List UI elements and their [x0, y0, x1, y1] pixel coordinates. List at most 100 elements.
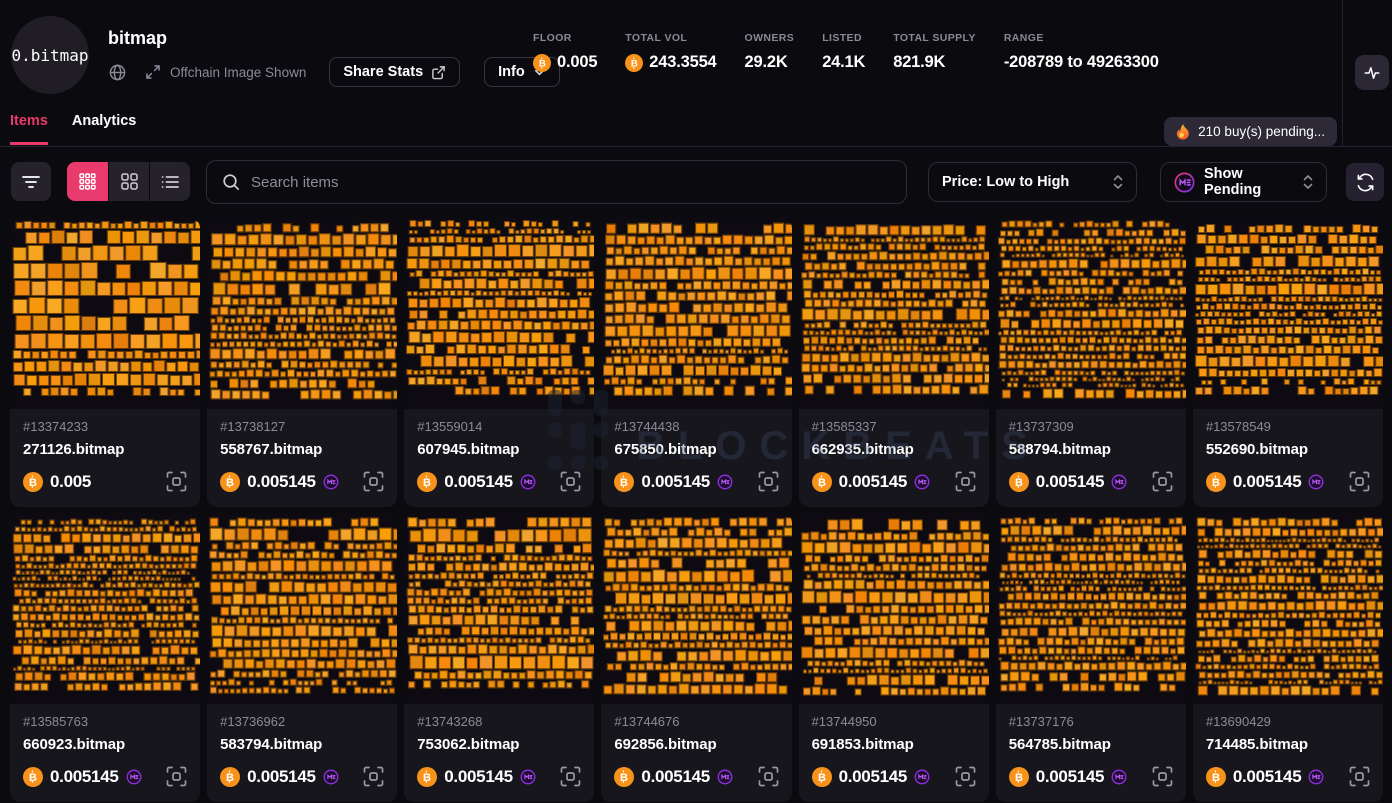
nft-card[interactable]: #13738127 558767.bitmap B 0.005145	[207, 218, 397, 507]
svg-text:B: B	[538, 58, 545, 68]
svg-text:B: B	[226, 772, 234, 783]
magic-eden-listing-icon	[914, 769, 930, 785]
activity-button[interactable]	[1355, 55, 1389, 90]
nft-image	[601, 218, 791, 409]
scan-icon[interactable]	[758, 471, 779, 492]
scan-icon[interactable]	[166, 766, 187, 787]
svg-text:B: B	[620, 772, 628, 783]
bitcoin-icon: B	[1009, 767, 1029, 787]
stat-value: -208789 to 49263300	[1004, 53, 1159, 72]
pending-buys-text: 210 buy(s) pending...	[1198, 124, 1325, 139]
scan-icon[interactable]	[955, 766, 976, 787]
pending-buys-badge[interactable]: 210 buy(s) pending...	[1164, 117, 1337, 146]
tab-items[interactable]: Items	[10, 113, 48, 145]
nft-card[interactable]: #13374233 271126.bitmap B 0.005	[10, 218, 200, 507]
nft-image	[207, 513, 397, 704]
nft-card[interactable]: #13744950 691853.bitmap B 0.005145	[799, 513, 989, 802]
svg-text:B: B	[1015, 772, 1023, 783]
svg-text:B: B	[423, 772, 431, 783]
tabs-divider	[0, 146, 1392, 147]
card-name: 675850.bitmap	[614, 441, 778, 458]
magic-eden-listing-icon	[717, 769, 733, 785]
scan-icon[interactable]	[1152, 766, 1173, 787]
scan-icon[interactable]	[1152, 471, 1173, 492]
card-name: 564785.bitmap	[1009, 736, 1173, 753]
card-token-id: #13743268	[417, 714, 581, 729]
nft-card[interactable]: #13737176 564785.bitmap B 0.005145	[996, 513, 1186, 802]
view-grid-large-button[interactable]	[108, 162, 149, 201]
nft-card[interactable]: #13559014 607945.bitmap B 0.005145	[404, 218, 594, 507]
nft-image	[1193, 513, 1383, 704]
card-token-id: #13736962	[220, 714, 384, 729]
search-bar	[206, 160, 907, 204]
card-name: 607945.bitmap	[417, 441, 581, 458]
right-rail-divider	[1342, 0, 1343, 147]
card-name: 583794.bitmap	[220, 736, 384, 753]
chevron-updown-icon	[1113, 174, 1123, 190]
bitcoin-icon: B	[812, 767, 832, 787]
scan-icon[interactable]	[955, 471, 976, 492]
scan-icon[interactable]	[560, 471, 581, 492]
offchain-image-icon[interactable]	[144, 63, 162, 81]
refresh-button[interactable]	[1346, 163, 1384, 201]
card-price: 0.005145	[839, 767, 908, 787]
activity-icon	[1363, 64, 1381, 82]
svg-text:B: B	[1015, 477, 1023, 488]
scan-icon[interactable]	[166, 471, 187, 492]
card-price: 0.005145	[247, 472, 316, 492]
card-name: 692856.bitmap	[614, 736, 778, 753]
svg-text:B: B	[29, 772, 37, 783]
bitcoin-icon: B	[1206, 767, 1226, 787]
collection-title: bitmap	[108, 28, 167, 49]
stat-value: 29.2K	[745, 53, 788, 72]
nft-card[interactable]: #13578549 552690.bitmap B 0.005145	[1193, 218, 1383, 507]
magic-eden-listing-icon	[1308, 769, 1324, 785]
globe-icon[interactable]	[108, 63, 127, 82]
card-token-id: #13744438	[614, 419, 778, 434]
chevron-updown-icon	[1303, 174, 1313, 190]
svg-text:B: B	[620, 477, 628, 488]
scan-icon[interactable]	[363, 766, 384, 787]
stat-value: 0.005	[557, 53, 597, 72]
tab-analytics[interactable]: Analytics	[72, 113, 136, 145]
pending-filter-select[interactable]: Show Pending	[1160, 162, 1327, 202]
card-price: 0.005145	[1036, 472, 1105, 492]
card-name: 271126.bitmap	[23, 441, 187, 458]
magic-eden-listing-icon	[126, 769, 142, 785]
view-list-button[interactable]	[149, 162, 190, 201]
stat-label: TOTAL VOL	[625, 32, 716, 44]
svg-text:B: B	[29, 477, 37, 488]
bitcoin-icon: B	[1206, 472, 1226, 492]
view-grid-small-button[interactable]	[67, 162, 108, 201]
nft-card[interactable]: #13690429 714485.bitmap B 0.005145	[1193, 513, 1383, 802]
card-token-id: #13559014	[417, 419, 581, 434]
stat-block: TOTAL VOL B 243.3554	[625, 32, 716, 72]
scan-icon[interactable]	[1349, 471, 1370, 492]
collection-avatar: 0.bitmap	[11, 16, 89, 94]
scan-icon[interactable]	[560, 766, 581, 787]
nft-card[interactable]: #13736962 583794.bitmap B 0.005145	[207, 513, 397, 802]
nft-card[interactable]: #13744676 692856.bitmap B 0.005145	[601, 513, 791, 802]
nft-card[interactable]: #13585763 660923.bitmap B 0.005145	[10, 513, 200, 802]
sort-select[interactable]: Price: Low to High	[928, 162, 1137, 202]
card-price: 0.005145	[444, 767, 513, 787]
nft-card[interactable]: #13585337 662935.bitmap B 0.005145	[799, 218, 989, 507]
card-name: 558767.bitmap	[220, 441, 384, 458]
card-name: 691853.bitmap	[812, 736, 976, 753]
scan-icon[interactable]	[758, 766, 779, 787]
search-input[interactable]	[251, 174, 891, 191]
magic-eden-listing-icon	[323, 474, 339, 490]
scan-icon[interactable]	[363, 471, 384, 492]
refresh-icon	[1356, 173, 1375, 192]
scan-icon[interactable]	[1349, 766, 1370, 787]
magic-eden-listing-icon	[323, 769, 339, 785]
nft-card[interactable]: #13744438 675850.bitmap B 0.005145	[601, 218, 791, 507]
filter-button[interactable]	[11, 162, 51, 201]
magic-eden-icon	[1174, 172, 1195, 193]
nft-card[interactable]: #13743268 753062.bitmap B 0.005145	[404, 513, 594, 802]
svg-text:B: B	[818, 772, 826, 783]
share-stats-button[interactable]: Share Stats	[329, 57, 460, 87]
nft-card[interactable]: #13737309 588794.bitmap B 0.005145	[996, 218, 1186, 507]
card-token-id: #13738127	[220, 419, 384, 434]
stat-block: RANGE -208789 to 49263300	[1004, 32, 1159, 72]
